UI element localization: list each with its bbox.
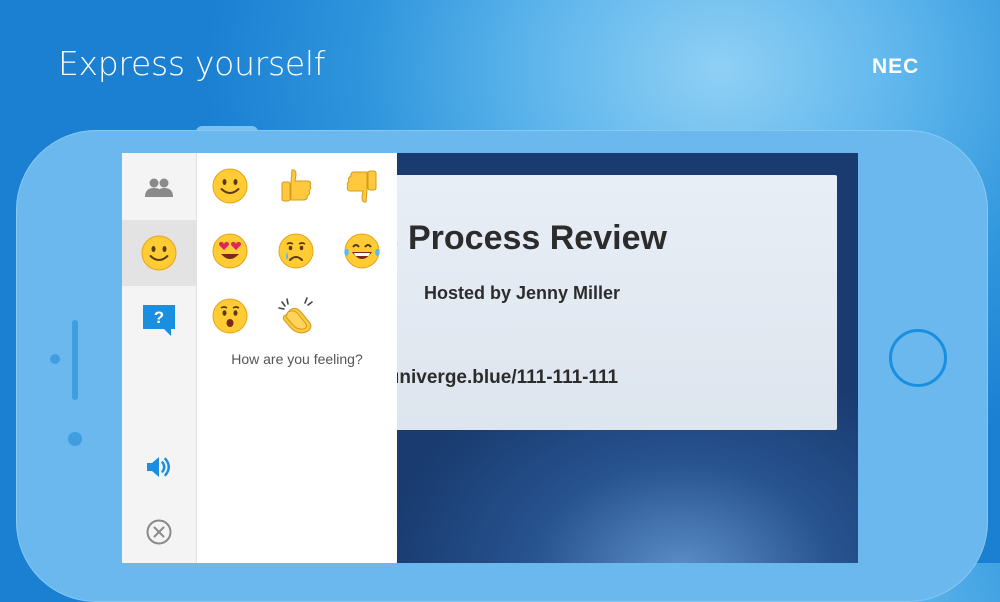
heart-eyes-emoji-icon bbox=[212, 233, 248, 269]
question-icon: ? bbox=[143, 305, 175, 336]
phone-side-slot bbox=[72, 320, 78, 400]
slide-host: Hosted by Jenny Miller bbox=[424, 283, 621, 303]
reaction-laughing[interactable] bbox=[341, 230, 383, 272]
emoji-icon bbox=[141, 235, 177, 271]
phone-sensor-dot bbox=[50, 354, 60, 364]
reaction-crying[interactable] bbox=[275, 230, 317, 272]
reaction-clapping[interactable] bbox=[275, 295, 317, 337]
meeting-sidebar: ? bbox=[122, 153, 197, 563]
questions-button[interactable]: ? bbox=[122, 287, 196, 353]
reaction-surprised[interactable] bbox=[209, 295, 251, 337]
thumbs-up-emoji-icon bbox=[281, 169, 312, 202]
close-circle-icon bbox=[146, 519, 172, 545]
surprised-emoji-icon bbox=[212, 298, 248, 334]
audio-button[interactable] bbox=[122, 434, 196, 500]
crying-emoji-icon bbox=[278, 233, 314, 269]
question-mark: ? bbox=[154, 308, 164, 327]
slide-title: ness Process Review bbox=[332, 219, 667, 257]
reaction-heart-eyes[interactable] bbox=[209, 230, 251, 272]
shared-slide: ness Process Review Hosted by Jenny Mill… bbox=[332, 175, 837, 430]
thumbs-down-emoji-icon bbox=[346, 170, 377, 203]
speaker-icon bbox=[147, 457, 170, 477]
participants-icon bbox=[145, 178, 173, 197]
clapping-emoji-icon bbox=[278, 297, 313, 334]
participants-button[interactable] bbox=[122, 155, 196, 221]
reactions-button[interactable] bbox=[122, 220, 196, 286]
brand-logo: NEC bbox=[872, 55, 920, 78]
reactions-prompt: How are you feeling? bbox=[231, 351, 363, 367]
reaction-smile[interactable] bbox=[209, 165, 251, 207]
reactions-panel: How are you feeling? bbox=[197, 153, 397, 563]
leave-button[interactable] bbox=[122, 499, 196, 563]
laughing-emoji-icon bbox=[344, 233, 380, 269]
reaction-thumbs-down[interactable] bbox=[341, 165, 383, 207]
reaction-thumbs-up[interactable] bbox=[275, 165, 317, 207]
promo-headline: Express yourself bbox=[58, 44, 326, 83]
smile-emoji-icon bbox=[212, 168, 248, 204]
app-screen: ness Process Review Hosted by Jenny Mill… bbox=[122, 153, 858, 563]
phone-home-button bbox=[889, 329, 947, 387]
phone-camera-dot bbox=[68, 432, 82, 446]
